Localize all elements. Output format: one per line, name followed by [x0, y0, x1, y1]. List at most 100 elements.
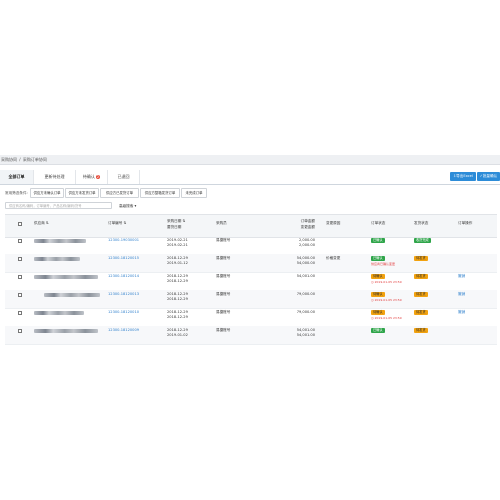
- table-row[interactable]: 12300-18120013 2018-12-29 2018-12-29 易捷账…: [5, 290, 497, 309]
- tab-all-orders[interactable]: 全部订单: [0, 170, 34, 184]
- order-number-link[interactable]: 12300-18120015: [108, 256, 139, 261]
- clock-icon: ◷: [371, 280, 374, 284]
- change-reason: 价格变更: [326, 256, 341, 260]
- order-number-link[interactable]: 12300-18120013: [108, 292, 139, 297]
- order-tabs: 全部订单 更新待处理 待确认 2 已退回: [0, 170, 500, 185]
- search-input[interactable]: 供应商名称/编码，订单编号，产品名称/编码/货号: [5, 202, 112, 209]
- order-status-badge: 待确认: [371, 292, 385, 297]
- filter-incomplete-button[interactable]: 未完成订单: [181, 188, 207, 198]
- delivery-status-badge: 待发货: [414, 256, 428, 261]
- header-order-status: 订单状态: [371, 221, 386, 225]
- delivery-status-badge: 待发货: [414, 328, 428, 333]
- buyer-name: 易捷账号: [216, 274, 231, 278]
- tab-pending-confirm[interactable]: 待确认 2: [76, 170, 108, 184]
- row-checkbox[interactable]: [18, 257, 22, 261]
- revoke-link[interactable]: 撤销: [458, 292, 465, 297]
- order-amount: 79,000.00: [296, 292, 315, 296]
- tab-returned[interactable]: 已退回: [108, 170, 140, 184]
- advanced-search-toggle[interactable]: 高级搜索 ▾: [119, 202, 136, 210]
- header-actions: 订单操作: [458, 221, 473, 225]
- delivery-date: 2019-02-21: [167, 243, 188, 247]
- tab-update-pending[interactable]: 更新待处理: [34, 170, 76, 184]
- order-number-link[interactable]: 12300-19030001: [108, 238, 139, 243]
- breadcrumb-root[interactable]: 采购协同: [1, 157, 17, 162]
- table-row[interactable]: 12300-18120015 2018-12-29 2019-01-12 易捷账…: [5, 254, 497, 273]
- supplier-name-blurred: [34, 257, 80, 261]
- tab-label: 待确认: [82, 174, 95, 179]
- filter-unconfirmed-button[interactable]: 供应方未确认订单: [30, 188, 64, 198]
- delivery-date: 2018-12-29: [167, 279, 188, 283]
- order-status-badge: 已确认: [371, 256, 385, 261]
- confirm-deadline: ◷ 2019-01-05 23:59: [371, 298, 402, 302]
- header-amount: 订单金额: [300, 219, 315, 223]
- supplier-name-blurred: [34, 275, 98, 279]
- header-order-no[interactable]: 订单编号 ⇅: [108, 221, 127, 226]
- tab-label: 更新待处理: [44, 174, 65, 179]
- tab-label: 全部订单: [8, 174, 25, 179]
- revoke-link[interactable]: 撤销: [458, 274, 465, 279]
- header-delivery-status: 发货状态: [414, 221, 429, 225]
- delivery-date: 2019-01-12: [167, 261, 188, 265]
- delivery-status-badge: 待发货: [414, 310, 428, 315]
- supplier-name-blurred: [44, 293, 100, 297]
- confirm-deadline: ◷ 2019-01-05 23:59: [371, 280, 402, 284]
- order-status-badge: 已确认: [371, 238, 385, 243]
- table-row[interactable]: 12300-18120009 2018-12-29 2019-01-02 易捷账…: [5, 326, 497, 345]
- delivery-status-badge: 待发货: [414, 292, 428, 297]
- filter-unshipped-button[interactable]: 供应方未发货订单: [65, 188, 99, 198]
- row-checkbox[interactable]: [18, 239, 22, 243]
- delivery-status-badge: 收货完成: [414, 238, 431, 243]
- header-delivery-date: 要货日期: [167, 225, 182, 229]
- header-supplier[interactable]: 供应商 ⇅: [34, 221, 49, 226]
- order-number-link[interactable]: 12300-18120009: [108, 328, 139, 333]
- pending-count-badge: 2: [95, 175, 101, 179]
- delivery-date: 2019-01-02: [167, 333, 188, 337]
- adjusted-amount: 54,000.00: [296, 261, 315, 265]
- sort-icon: ⇅: [45, 221, 49, 225]
- filter-shipped-button[interactable]: 供应方已发货订单: [100, 188, 139, 198]
- buyer-name: 易捷账号: [216, 328, 231, 332]
- order-status-badge: 待确认: [371, 310, 385, 315]
- buyer-name: 易捷账号: [216, 292, 231, 296]
- adjusted-amount: 2,000.00: [298, 243, 315, 247]
- adjusted-amount: 54,001.00: [296, 333, 315, 337]
- chevron-down-icon: ▾: [134, 204, 137, 208]
- revoke-link[interactable]: 撤销: [458, 310, 465, 315]
- supplier-name-blurred: [34, 311, 84, 315]
- supplier-name-blurred: [34, 239, 86, 243]
- select-all-checkbox[interactable]: [18, 222, 22, 226]
- row-checkbox[interactable]: [18, 329, 22, 333]
- order-amount: 54,001.00: [296, 274, 315, 278]
- table-row[interactable]: 12300-18120010 2018-12-29 2018-12-29 易捷账…: [5, 308, 497, 327]
- buyer-name: 易捷账号: [216, 238, 231, 242]
- filter-full-box-button[interactable]: 供应方整箱发货订单: [140, 188, 180, 198]
- delivery-date: 2018-12-29: [167, 297, 188, 301]
- batch-confirm-button[interactable]: ✓批量确认: [477, 172, 500, 181]
- order-status-badge: 已确认: [371, 328, 385, 333]
- sort-icon: ⇅: [123, 221, 127, 225]
- sort-icon: ⇅: [182, 219, 186, 223]
- order-status-badge: 待确认: [371, 274, 385, 279]
- breadcrumb: 采购协同 / 采购订单协同: [0, 155, 500, 165]
- header-buyer: 采购员: [216, 221, 227, 225]
- header-purchase-date[interactable]: 采购日期 ⇅: [167, 219, 186, 224]
- order-amount: 79,000.00: [296, 310, 315, 314]
- delivery-status-badge: 待发货: [414, 274, 428, 279]
- buyer-name: 易捷账号: [216, 310, 231, 314]
- batch-label: 批量确认: [482, 174, 498, 178]
- table-row[interactable]: 12300-19030001 2019-02-21 2019-02-21 易捷账…: [5, 236, 497, 255]
- row-checkbox[interactable]: [18, 275, 22, 279]
- quick-filter-label: 常用筛选条件:: [5, 191, 28, 195]
- order-number-link[interactable]: 12300-18120010: [108, 310, 139, 315]
- table-row[interactable]: 12300-18120014 2018-12-29 2018-12-29 易捷账…: [5, 272, 497, 291]
- row-checkbox[interactable]: [18, 293, 22, 297]
- order-number-link[interactable]: 12300-18120014: [108, 274, 139, 279]
- row-checkbox[interactable]: [18, 311, 22, 315]
- confirm-deadline: ◷ 2019-01-05 23:59: [371, 316, 402, 320]
- breadcrumb-current: 采购订单协同: [22, 157, 47, 162]
- clock-icon: ◷: [371, 298, 374, 302]
- export-excel-button[interactable]: ⇩导出Excel: [450, 172, 476, 181]
- status-note: 供应商已确认变更: [371, 262, 396, 266]
- clock-icon: ◷: [371, 316, 374, 320]
- tab-label: 已退回: [117, 174, 130, 179]
